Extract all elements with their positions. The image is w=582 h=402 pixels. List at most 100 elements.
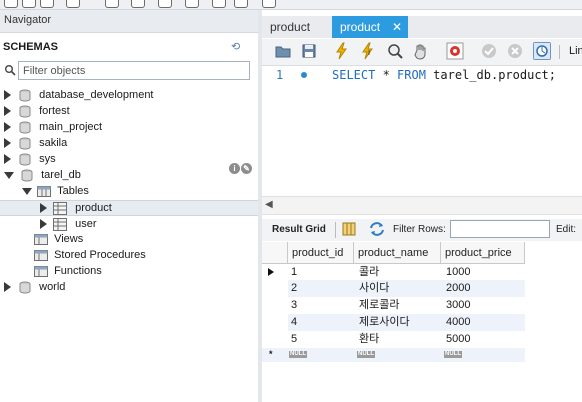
close-icon[interactable]: ✕ (392, 16, 402, 38)
schema-sys[interactable]: sys (4, 151, 56, 167)
table-row[interactable]: 4 제로사이다 4000 (288, 314, 525, 331)
views-folder[interactable]: Views (34, 231, 83, 247)
sql-editor[interactable]: 1 SELECT * FROM tarel_db.product; (262, 66, 582, 194)
limit-rows-label[interactable]: Lin (569, 45, 582, 57)
table-row[interactable]: 1 콜라 1000 (262, 264, 525, 280)
schema-actions: i ✎ (229, 162, 253, 174)
rollback-icon[interactable] (506, 42, 524, 60)
filter-objects-input[interactable] (18, 61, 250, 80)
toolbar-separator (559, 45, 560, 59)
commit-icon[interactable] (480, 42, 498, 60)
expand-icon[interactable] (4, 122, 11, 133)
table-user[interactable]: user (40, 216, 97, 232)
refresh-schemas-icon[interactable]: ⟲ (231, 40, 245, 53)
cell-product-name[interactable]: 환타 (356, 331, 441, 347)
save-icon[interactable] (300, 42, 318, 60)
info-icon[interactable] (66, 0, 80, 8)
cell-product-id[interactable]: 3 (288, 297, 354, 313)
explain-icon[interactable] (386, 42, 404, 60)
toggle-continue-on-error-icon[interactable] (446, 42, 464, 60)
schema-sakila[interactable]: sakila (4, 135, 67, 151)
tables-label: Tables (57, 185, 89, 197)
column-header[interactable]: product_id (288, 242, 354, 264)
toolbar-separator (335, 222, 336, 238)
expand-icon[interactable] (4, 282, 11, 293)
expand-icon[interactable] (40, 203, 47, 214)
sql-statement[interactable]: SELECT * FROM tarel_db.product; (332, 68, 556, 82)
stop-icon[interactable] (412, 42, 430, 60)
open-folder-icon[interactable] (274, 42, 292, 60)
refresh-results-icon[interactable] (368, 221, 386, 237)
create-view-icon[interactable] (158, 0, 172, 8)
search-table-data-icon[interactable] (234, 0, 248, 8)
filter-rows-input[interactable] (450, 220, 550, 238)
result-grid-tab[interactable]: Result Grid (272, 224, 326, 235)
result-grid: product_id product_name product_price 1 … (262, 242, 582, 402)
filter-box (2, 61, 252, 82)
null-badge: NULL (444, 350, 462, 358)
cell-product-name[interactable]: 사이다 (356, 280, 441, 296)
schema-name: fortest (39, 105, 70, 117)
collapse-icon[interactable] (4, 171, 14, 179)
cell-product-price[interactable]: 4000 (443, 314, 525, 330)
views-folder-icon (34, 233, 48, 245)
functions-folder-icon (34, 265, 48, 277)
schema-world[interactable]: world (4, 279, 65, 295)
table-row[interactable]: 3 제로콜라 3000 (288, 297, 525, 314)
column-header[interactable]: product_price (441, 242, 525, 264)
wrench-icon[interactable]: ✎ (241, 162, 252, 174)
execute-statement-icon[interactable]: I (359, 42, 377, 60)
reconnect-icon[interactable] (262, 0, 276, 8)
functions-folder[interactable]: Functions (34, 263, 102, 279)
expand-icon[interactable] (40, 219, 47, 230)
cell-product-id[interactable]: 4 (288, 314, 354, 330)
table-product[interactable]: product (40, 200, 112, 216)
cell-product-name[interactable]: 제로사이다 (356, 314, 441, 330)
tab-product-table[interactable]: product (262, 16, 330, 38)
table-row[interactable]: 2 사이다 2000 (288, 280, 525, 297)
tables-folder[interactable]: Tables (22, 183, 89, 199)
create-table-icon[interactable] (131, 0, 145, 8)
open-file-icon[interactable] (22, 0, 36, 8)
keyword-select: SELECT (332, 68, 376, 82)
stored-procedures-folder[interactable]: Stored Procedures (34, 247, 146, 263)
schema-database-development[interactable]: database_development (4, 87, 154, 103)
expand-icon[interactable] (4, 154, 11, 165)
expand-icon[interactable] (4, 106, 11, 117)
expand-icon[interactable] (4, 90, 11, 101)
execute-icon[interactable] (333, 42, 351, 60)
search-icon (5, 65, 16, 76)
column-header[interactable]: product_name (354, 242, 441, 264)
schema-name: tarel_db (41, 169, 81, 181)
scroll-left-icon[interactable]: ◀ (265, 199, 273, 210)
autocommit-toggle-icon[interactable] (533, 42, 551, 60)
create-procedure-icon[interactable] (185, 0, 199, 8)
cell-product-name[interactable]: 콜라 (356, 264, 441, 280)
info-icon[interactable]: i (229, 162, 240, 174)
table-icon (53, 201, 68, 215)
cell-product-id[interactable]: 5 (288, 331, 354, 347)
tab-product-query[interactable]: product ✕ (332, 16, 408, 38)
collapse-icon[interactable] (22, 187, 32, 195)
cell-product-id[interactable]: 1 (288, 264, 354, 280)
database-icon (19, 105, 31, 118)
table-row[interactable]: 5 환타 5000 (288, 331, 525, 348)
cell-product-price[interactable]: 2000 (443, 280, 525, 296)
expand-icon[interactable] (4, 138, 11, 149)
grid-columns-icon[interactable] (342, 222, 356, 236)
create-function-icon[interactable] (212, 0, 226, 8)
open-sql-icon[interactable] (40, 0, 54, 8)
new-query-icon[interactable] (4, 0, 18, 8)
editor-horizontal-scrollbar[interactable]: ◀ (262, 196, 582, 215)
cell-product-price[interactable]: 1000 (443, 264, 525, 280)
schema-tarel-db[interactable]: tarel_db (4, 167, 81, 183)
cell-product-name[interactable]: 제로콜라 (356, 297, 441, 313)
schema-fortest[interactable]: fortest (4, 103, 70, 119)
create-schema-icon[interactable] (105, 0, 119, 8)
cell-product-id[interactable]: 2 (288, 280, 354, 296)
new-row[interactable]: * NULL NULL NULL (262, 348, 525, 362)
svg-text:I: I (368, 49, 370, 57)
cell-product-price[interactable]: 5000 (443, 331, 525, 347)
cell-product-price[interactable]: 3000 (443, 297, 525, 313)
schema-main-project[interactable]: main_project (4, 119, 102, 135)
